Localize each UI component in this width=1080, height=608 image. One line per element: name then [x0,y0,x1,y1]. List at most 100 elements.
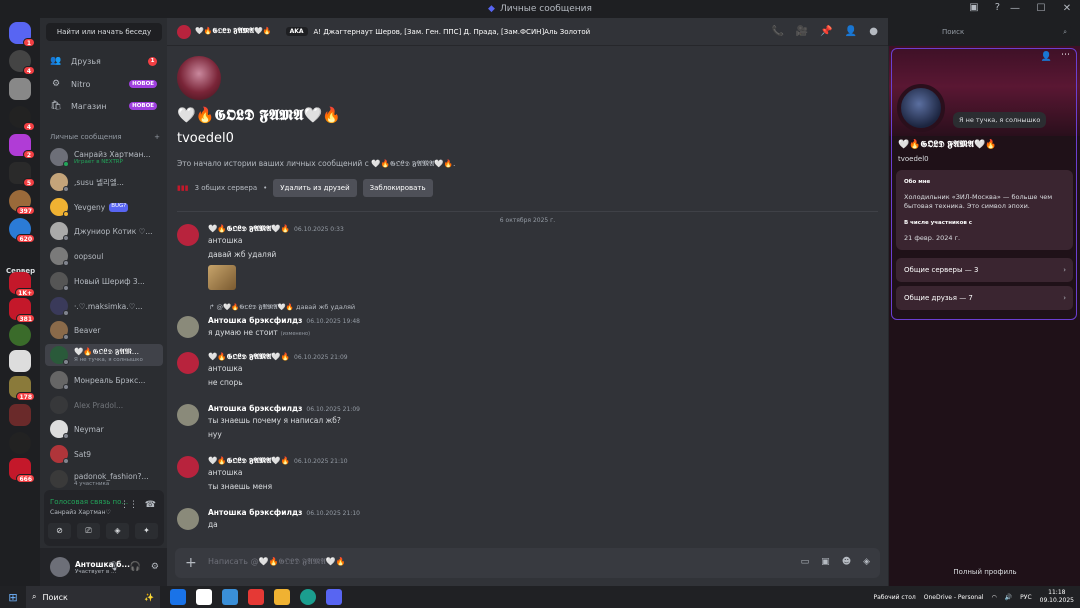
yandex-icon[interactable] [248,589,264,605]
dm-item[interactable]: Санрайз Хартман... Играет в NEXTRP [45,146,163,168]
store-icon[interactable] [222,589,238,605]
disconnect-icon[interactable]: ☎ [145,500,156,510]
message-avatar[interactable] [177,456,199,478]
full-profile-link[interactable]: Полный профиль [889,568,1080,576]
nav-shop[interactable]: 🛍 Магазин НОВОЕ [45,96,163,116]
more-options-icon[interactable]: ⋯ [1061,50,1070,60]
dm-item[interactable]: Монреаль Брэкс... [45,369,163,391]
dm-item-active[interactable]: 🤍🔥𝕲𝕺𝕷𝕯 𝕱𝕬𝕸... Я не тучка, я солнышко [45,344,163,366]
gear-icon[interactable]: ⚙ [151,562,159,572]
nav-nitro[interactable]: ⚙ Nitro НОВОЕ [45,74,163,94]
server-icon[interactable] [9,324,31,346]
block-button[interactable]: Заблокировать [362,179,433,197]
pin-icon[interactable]: 📌 [820,26,832,37]
dm-item[interactable]: Alex Pradol... [45,394,163,416]
recipient-name[interactable]: 🤍🔥𝕲𝕺𝕷𝕯 𝕱𝕬𝕸𝕬🤍🔥 [195,27,272,36]
help-icon[interactable]: ? [995,2,1000,13]
maximize-button[interactable]: ☐ [1028,0,1054,18]
dm-item[interactable]: oopsoul [45,245,163,267]
message-avatar[interactable] [177,404,199,426]
message-avatar[interactable] [177,508,199,530]
server-icon[interactable] [9,404,31,426]
user-avatar[interactable] [50,557,70,577]
server-icon[interactable]: 397 [9,190,35,215]
add-friends-icon[interactable]: 👤 [845,26,857,37]
server-icon[interactable]: 2 [9,134,35,159]
windows-start-icon[interactable]: ⊞ [0,591,26,604]
close-button[interactable]: ✕ [1054,0,1080,18]
add-attachment-icon[interactable]: + [185,554,197,572]
yandex-browser-icon[interactable] [196,589,212,605]
message-input[interactable]: Написать @🤍🔥𝕲𝕺𝕷𝕯 𝕱𝕬𝕸𝕬🤍🔥 [208,557,346,567]
server-icon[interactable] [9,78,31,100]
wifi-icon[interactable]: ◠ [991,594,996,601]
dm-item[interactable]: ·.♡.maksimka.♡... [45,295,163,317]
message-author[interactable]: Антошка брэксфилдз [208,316,302,325]
edge-icon[interactable] [300,589,316,605]
server-icon[interactable]: 178 [9,376,35,401]
sticker-icon[interactable]: ▣ [821,557,830,567]
mutual-servers-link[interactable]: 3 общих сервера [195,184,258,192]
dm-item[interactable]: ,susu 넬리엘... [45,171,163,193]
server-icon[interactable] [9,350,31,372]
apps-icon[interactable]: ◈ [863,557,870,567]
activity-button[interactable]: ◈ [106,523,129,539]
mutual-servers-row[interactable]: Общие серверы — 3 › [896,258,1073,282]
message-avatar[interactable] [177,316,199,338]
message-author[interactable]: 🤍🔥𝕲𝕺𝕷𝕯 𝕱𝕬𝕸𝕬🤍🔥 [208,352,290,361]
server-icon[interactable]: 1K+ [9,272,35,297]
profile-username[interactable]: tvoedel0 [898,155,929,163]
message-attachment-image[interactable] [208,265,236,290]
reply-reference[interactable]: ↱ @🤍🔥𝕲𝕺𝕷𝕯 𝕱𝕬𝕸𝕬🤍🔥 давай жб удаляй [209,303,355,312]
noise-suppression-icon[interactable]: ⋮⋮ [120,500,138,510]
remove-friend-button[interactable]: Удалить из друзей [273,179,357,197]
camera-off-button[interactable]: ⊘ [48,523,71,539]
mic-icon[interactable]: 🎙 [108,562,119,572]
dm-item[interactable]: padonok_fashion?... 4 участника [45,468,163,490]
show-desktop-label[interactable]: Рабочий стол [874,594,916,601]
profile-avatar[interactable] [897,84,945,132]
outlook-icon[interactable] [170,589,186,605]
find-conversation-button[interactable]: Найти или начать беседу [46,23,162,41]
gif-icon[interactable]: ▭ [801,557,810,567]
message-author[interactable]: 🤍🔥𝕲𝕺𝕷𝕯 𝕱𝕬𝕸𝕬🤍🔥 [208,456,290,465]
dm-item[interactable]: Yevgeny BUG? [45,196,163,218]
server-icon[interactable]: 5 [9,162,35,187]
screen-share-icon[interactable]: ▣ [969,2,978,13]
dm-item[interactable]: Beaver [45,319,163,341]
minimize-button[interactable]: — [1002,0,1028,18]
voice-call-icon[interactable]: 📞 [771,26,783,37]
server-icon[interactable]: 666 [9,458,35,483]
message-author[interactable]: Антошка брэксфилдз [208,508,302,517]
message-avatar[interactable] [177,224,199,246]
nav-friends[interactable]: 👥 Друзья 1 [45,51,163,71]
volume-icon[interactable]: 🔊 [1005,594,1012,601]
dm-item[interactable]: Neymar [45,418,163,440]
discord-taskbar-icon[interactable] [326,589,342,605]
profile-toggle-icon[interactable]: ● [869,26,878,37]
dm-item[interactable]: Sat9 [45,443,163,465]
screen-share-button[interactable]: ⎚ [77,523,100,539]
server-icon[interactable]: 4 [9,50,35,75]
message-author[interactable]: 🤍🔥𝕲𝕺𝕷𝕯 𝕱𝕬𝕸𝕬🤍🔥 [208,224,290,233]
server-icon[interactable]: 4 [9,106,35,131]
onedrive-label[interactable]: OneDrive - Personal [924,594,984,601]
server-icon[interactable] [9,432,31,454]
taskbar-search[interactable]: ⌕ Поиск ✨ [26,586,160,608]
search-input[interactable]: Поиск ⌕ [937,25,1071,40]
home-button[interactable]: 1 [9,22,35,47]
headphones-icon[interactable]: 🎧 [130,562,141,572]
server-icon[interactable]: 620 [9,218,35,243]
mutual-friends-row[interactable]: Общие друзья — 7 › [896,286,1073,310]
create-dm-button[interactable]: + [154,133,160,141]
soundboard-button[interactable]: ✦ [135,523,158,539]
language-indicator[interactable]: РУС [1020,594,1031,601]
video-call-icon[interactable]: 🎥 [796,26,808,37]
clock[interactable]: 11:18 09.10.2025 [1040,589,1074,605]
message-author[interactable]: Антошка брэксфилдз [208,404,302,413]
message-avatar[interactable] [177,352,199,374]
dm-item[interactable]: Джуниор Котик ♡... [45,220,163,242]
server-icon[interactable]: 381 [9,298,35,323]
add-friend-icon[interactable]: 👤 [1041,52,1052,62]
file-explorer-icon[interactable] [274,589,290,605]
